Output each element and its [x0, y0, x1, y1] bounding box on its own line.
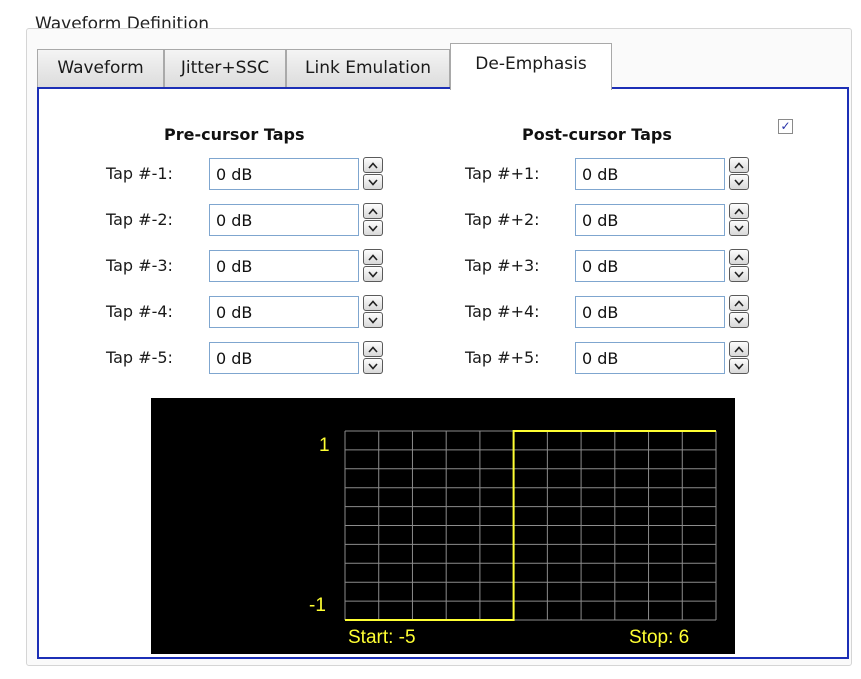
pre-tap-input[interactable] — [209, 204, 359, 236]
post-tap-spinner — [729, 157, 749, 191]
chevron-up-icon — [368, 207, 378, 215]
post-tap-input[interactable] — [575, 250, 725, 282]
post-tap-label: Tap #+1: — [465, 164, 540, 183]
pre-tap-spinner — [363, 157, 383, 191]
decrement-button[interactable] — [363, 358, 383, 374]
post-tap-input[interactable] — [575, 204, 725, 236]
post-tap-label: Tap #+4: — [465, 302, 540, 321]
y-min-label: -1 — [309, 595, 326, 616]
post-tap-label: Tap #+2: — [465, 210, 540, 229]
pre-tap-input[interactable] — [209, 250, 359, 282]
pre-tap-label: Tap #-2: — [106, 210, 173, 229]
decrement-button[interactable] — [729, 174, 749, 190]
increment-button[interactable] — [729, 295, 749, 311]
chevron-up-icon — [734, 299, 744, 307]
post-tap-input[interactable] — [575, 296, 725, 328]
chevron-down-icon — [368, 362, 378, 370]
post-tap-input[interactable] — [575, 342, 725, 374]
chevron-down-icon — [734, 178, 744, 186]
start-label: Start: -5 — [348, 627, 416, 648]
chevron-up-icon — [368, 253, 378, 261]
increment-button[interactable] — [363, 157, 383, 173]
chevron-up-icon — [734, 161, 744, 169]
increment-button[interactable] — [363, 341, 383, 357]
pre-tap-label: Tap #-4: — [106, 302, 173, 321]
waveform-preview-plot: 1 -1 Start: -5 Stop: 6 — [309, 430, 717, 648]
post-tap-spinner — [729, 249, 749, 283]
post-tap-input[interactable] — [575, 158, 725, 190]
pre-tap-spinner — [363, 249, 383, 283]
chevron-up-icon — [368, 161, 378, 169]
post-cursor-header: Post-cursor Taps — [522, 125, 672, 144]
increment-button[interactable] — [729, 157, 749, 173]
increment-button[interactable] — [363, 203, 383, 219]
pre-tap-input[interactable] — [209, 158, 359, 190]
chevron-up-icon — [734, 207, 744, 215]
enable-checkbox[interactable]: ✓ — [778, 119, 793, 134]
pre-tap-input[interactable] — [209, 342, 359, 374]
pre-tap-spinner — [363, 295, 383, 329]
pre-cursor-header: Pre-cursor Taps — [164, 125, 305, 144]
preview-grid — [344, 430, 717, 621]
stop-label: Stop: 6 — [629, 627, 689, 648]
tab-waveform[interactable]: Waveform — [37, 49, 164, 87]
increment-button[interactable] — [363, 249, 383, 265]
pre-tap-label: Tap #-5: — [106, 348, 173, 367]
waveform-preview: 1 -1 Start: -5 Stop: 6 — [151, 398, 735, 654]
decrement-button[interactable] — [729, 312, 749, 328]
chevron-down-icon — [734, 316, 744, 324]
post-tap-label: Tap #+5: — [465, 348, 540, 367]
pre-tap-label: Tap #-1: — [106, 164, 173, 183]
increment-button[interactable] — [363, 295, 383, 311]
tab-link-emulation[interactable]: Link Emulation — [286, 49, 450, 87]
chevron-down-icon — [368, 224, 378, 232]
pre-tap-spinner — [363, 203, 383, 237]
pre-tap-label: Tap #-3: — [106, 256, 173, 275]
decrement-button[interactable] — [729, 266, 749, 282]
decrement-button[interactable] — [729, 358, 749, 374]
checkmark-icon: ✓ — [780, 119, 791, 133]
chevron-down-icon — [734, 362, 744, 370]
tab-de-emphasis[interactable]: De-Emphasis — [450, 43, 612, 90]
post-tap-spinner — [729, 341, 749, 375]
post-tap-spinner — [729, 295, 749, 329]
chevron-down-icon — [368, 178, 378, 186]
increment-button[interactable] — [729, 341, 749, 357]
chevron-up-icon — [368, 345, 378, 353]
chevron-down-icon — [368, 270, 378, 278]
decrement-button[interactable] — [363, 174, 383, 190]
increment-button[interactable] — [729, 249, 749, 265]
chevron-down-icon — [734, 270, 744, 278]
increment-button[interactable] — [729, 203, 749, 219]
decrement-button[interactable] — [363, 220, 383, 236]
chevron-up-icon — [368, 299, 378, 307]
chevron-up-icon — [734, 253, 744, 261]
post-tap-spinner — [729, 203, 749, 237]
post-tap-label: Tap #+3: — [465, 256, 540, 275]
pre-tap-spinner — [363, 341, 383, 375]
decrement-button[interactable] — [363, 266, 383, 282]
chevron-down-icon — [734, 224, 744, 232]
chevron-down-icon — [368, 316, 378, 324]
tab-jitter-ssc[interactable]: Jitter+SSC — [164, 49, 286, 87]
pre-tap-input[interactable] — [209, 296, 359, 328]
y-max-label: 1 — [319, 435, 330, 456]
decrement-button[interactable] — [729, 220, 749, 236]
chevron-up-icon — [734, 345, 744, 353]
decrement-button[interactable] — [363, 312, 383, 328]
